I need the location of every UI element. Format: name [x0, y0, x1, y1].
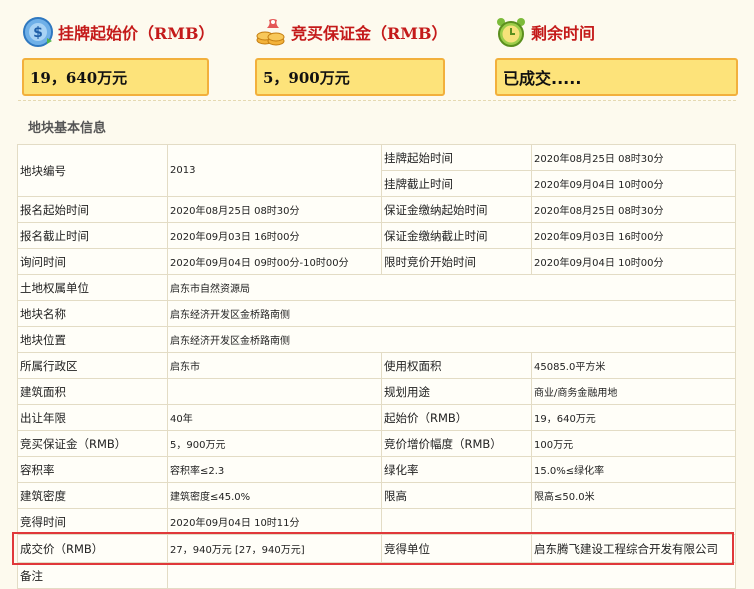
table-cell: 2020年09月03日 16时00分	[167, 222, 382, 249]
table-row: 所属行政区 启东市 使用权面积 45085.0平方米	[17, 352, 736, 379]
table-cell: 2020年08月25日 08时30分	[531, 144, 736, 171]
table-row: 竞得时间 2020年09月04日 10时11分	[17, 508, 736, 535]
start-price-panel: $ 挂牌起始价（RMB） 19，640万元	[22, 14, 215, 96]
table-cell: 报名截止时间	[17, 222, 168, 249]
dollar-coin-icon: $	[23, 17, 53, 47]
table-row: 询问时间 2020年09月04日 09时00分-10时00分 限时竞价开始时间 …	[17, 248, 736, 275]
table-cell: 建筑面积	[17, 378, 168, 405]
table-cell: 成交价（RMB）	[17, 534, 168, 563]
table-cell: 地块位置	[17, 326, 168, 353]
deposit-panel: 竞买保证金（RMB） 5，900万元	[255, 14, 448, 96]
table-cell: 报名起始时间	[17, 196, 168, 223]
table-cell: 出让年限	[17, 404, 168, 431]
table-cell: 规划用途	[381, 378, 532, 405]
table-cell: 所属行政区	[17, 352, 168, 379]
start-price-value: 19，640万元	[22, 58, 209, 96]
table-cell: 起始价（RMB）	[381, 404, 532, 431]
table-cell: 2020年09月04日 10时00分	[531, 248, 736, 275]
table-cell: 启东市	[167, 352, 382, 379]
table-cell: 竞价增价幅度（RMB）	[381, 430, 532, 457]
section-title: 地块基本信息	[28, 121, 107, 136]
table-cell: 建筑密度≤45.0%	[167, 482, 382, 509]
table-cell: 2020年09月04日 10时11分	[167, 508, 382, 535]
table-row: 建筑密度 建筑密度≤45.0% 限高 限高≤50.0米	[17, 482, 736, 509]
table-cell: 建筑密度	[17, 482, 168, 509]
table-row: 报名截止时间 2020年09月03日 16时00分 保证金缴纳截止时间 2020…	[17, 222, 736, 249]
table-cell: 保证金缴纳起始时间	[381, 196, 532, 223]
table-cell: 竞得单位	[381, 534, 532, 563]
table-cell: 启东经济开发区金桥路南侧	[167, 326, 736, 353]
table-row: 地块编号 2013 挂牌起始时间 2020年08月25日 08时30分	[17, 144, 736, 197]
table-cell: 15.0%≤绿化率	[531, 456, 736, 483]
table-cell: 商业/商务金融用地	[531, 378, 736, 405]
table-cell: 挂牌截止时间	[381, 170, 532, 197]
table-cell: 地块名称	[17, 300, 168, 327]
table-cell: 19，640万元	[531, 404, 736, 431]
table-cell: 2020年09月03日 16时00分	[531, 222, 736, 249]
divider	[18, 100, 736, 101]
table-cell: 土地权属单位	[17, 274, 168, 301]
remaining-time-panel: 剩余时间 已成交.....	[495, 14, 738, 96]
table-row: 报名起始时间 2020年08月25日 08时30分 保证金缴纳起始时间 2020…	[17, 196, 736, 223]
table-cell: 2020年09月04日 09时00分-10时00分	[167, 248, 382, 275]
table-cell: 容积率≤2.3	[167, 456, 382, 483]
table-cell: 地块编号	[17, 144, 168, 197]
deposit-value: 5，900万元	[255, 58, 445, 96]
table-row-deal: 成交价（RMB） 27，940万元 [27，940万元] 竞得单位 启东腾飞建设…	[17, 534, 736, 563]
table-cell: 5，900万元	[167, 430, 382, 457]
table-cell: 2020年09月04日 10时00分	[531, 170, 736, 197]
table-cell: 启东腾飞建设工程综合开发有限公司	[531, 534, 736, 563]
table-cell: 询问时间	[17, 248, 168, 275]
auction-summary: $ 挂牌起始价（RMB） 19，640万元 竞买保证金（RMB） 5，900万元	[0, 0, 754, 105]
table-row: 建筑面积 规划用途 商业/商务金融用地	[17, 378, 736, 405]
table-cell: 限高≤50.0米	[531, 482, 736, 509]
table-cell: 限高	[381, 482, 532, 509]
table-cell: 2020年08月25日 08时30分	[531, 196, 736, 223]
land-info-table: 地块编号 2013 挂牌起始时间 2020年08月25日 08时30分 挂牌截止…	[17, 144, 736, 589]
table-row: 地块名称 启东经济开发区金桥路南侧	[17, 300, 736, 327]
table-cell: 27，940万元 [27，940万元]	[167, 534, 382, 563]
table-row: 地块位置 启东经济开发区金桥路南侧	[17, 326, 736, 353]
table-cell: 启东市自然资源局	[167, 274, 736, 301]
table-cell: 2020年08月25日 08时30分	[167, 196, 382, 223]
start-price-label: 挂牌起始价（RMB）	[58, 24, 215, 43]
table-cell: 2013	[167, 144, 382, 197]
table-cell: 竞得时间	[17, 508, 168, 535]
table-row: 竞买保证金（RMB） 5，900万元 竞价增价幅度（RMB） 100万元	[17, 430, 736, 457]
deposit-label: 竞买保证金（RMB）	[291, 24, 448, 43]
svg-text:$: $	[33, 25, 43, 41]
table-row: 容积率 容积率≤2.3 绿化率 15.0%≤绿化率	[17, 456, 736, 483]
table-cell: 备注	[17, 562, 168, 589]
table-cell	[167, 378, 382, 405]
remaining-time-value: 已成交.....	[495, 58, 738, 96]
table-row: 土地权属单位 启东市自然资源局	[17, 274, 736, 301]
table-cell: 40年	[167, 404, 382, 431]
table-cell	[381, 508, 532, 535]
table-cell: 容积率	[17, 456, 168, 483]
remaining-time-label: 剩余时间	[531, 24, 596, 43]
table-cell: 竞买保证金（RMB）	[17, 430, 168, 457]
alarm-clock-icon	[497, 18, 525, 47]
table-cell: 保证金缴纳截止时间	[381, 222, 532, 249]
table-cell: 使用权面积	[381, 352, 532, 379]
table-row: 备注	[17, 562, 736, 589]
table-cell: 启东经济开发区金桥路南侧	[167, 300, 736, 327]
table-cell	[167, 562, 736, 589]
table-cell: 绿化率	[381, 456, 532, 483]
table-cell: 挂牌起始时间	[381, 144, 532, 171]
table-cell	[531, 508, 736, 535]
coins-stack-icon	[256, 19, 285, 46]
table-cell: 100万元	[531, 430, 736, 457]
table-cell: 限时竞价开始时间	[381, 248, 532, 275]
table-cell: 45085.0平方米	[531, 352, 736, 379]
table-row: 出让年限 40年 起始价（RMB） 19，640万元	[17, 404, 736, 431]
